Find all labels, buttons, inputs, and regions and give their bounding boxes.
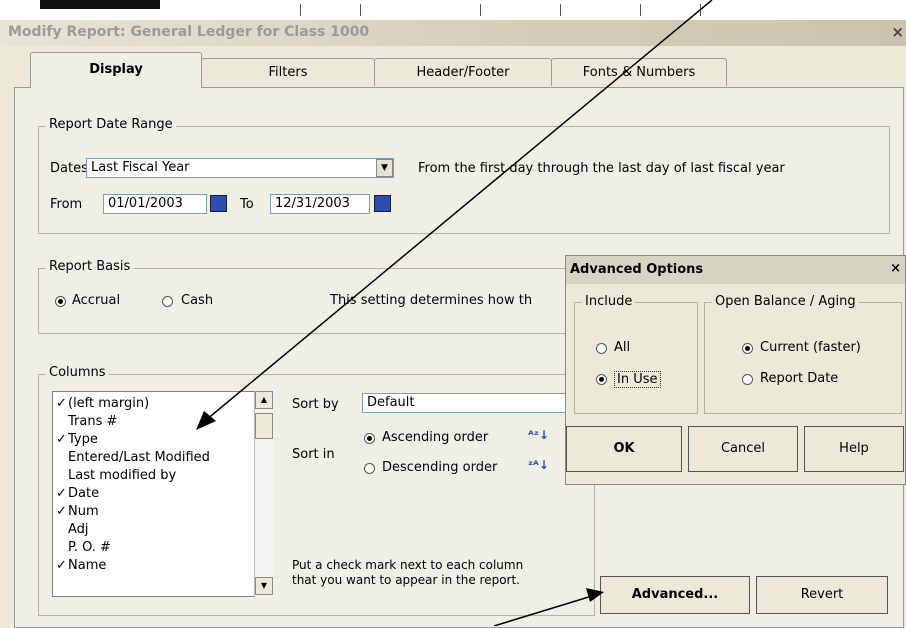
annotation-arrow-line [205, 0, 713, 421]
annotation-arrows [196, 0, 713, 626]
annotation-arrow-head [586, 588, 604, 602]
annotation-arrow-line [493, 595, 593, 626]
